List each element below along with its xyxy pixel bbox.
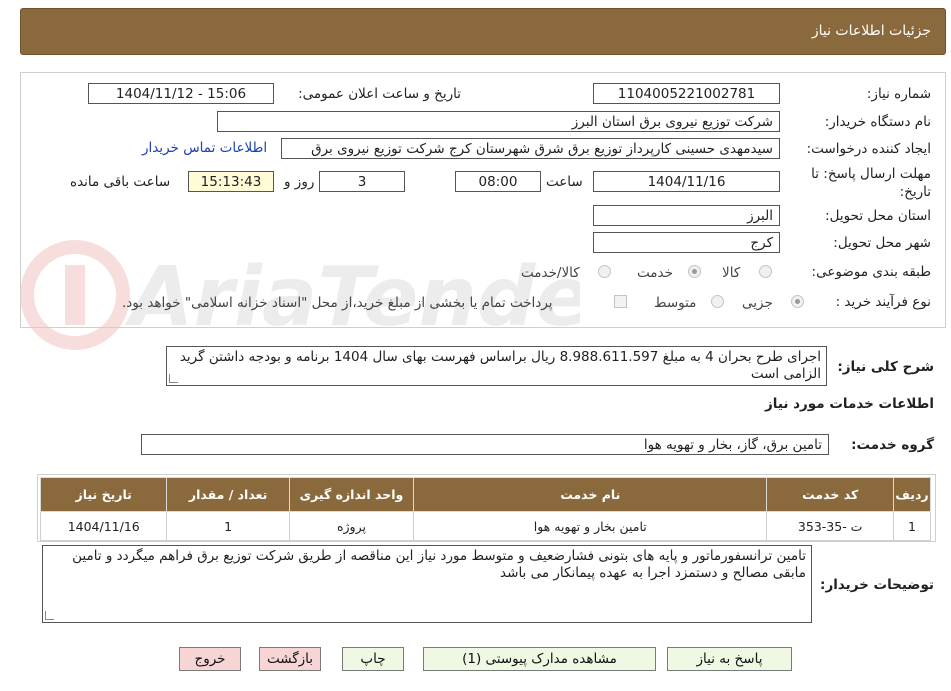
cell-quantity: 1: [166, 511, 290, 541]
deadline-time-label: ساعت: [546, 174, 583, 190]
page-title: جزئیات اطلاعات نیاز: [811, 23, 931, 39]
print-button[interactable]: چاپ: [342, 647, 404, 671]
deadline-label-date: تاریخ:: [899, 184, 931, 200]
need-number-field: 1104005221002781: [593, 83, 780, 104]
deadline-date-field: 1404/11/16: [593, 171, 780, 192]
description-textarea[interactable]: اجرای طرح بحران 4 به مبلغ 8.988.611.597 …: [166, 346, 827, 386]
buyer-notes-textarea[interactable]: تامین ترانسفورماتور و پایه های بتونی فشا…: [42, 545, 812, 623]
cell-service-name: تامین بخار و تهویه هوا: [413, 511, 768, 541]
category-label: طبقه بندی موضوعی:: [811, 264, 931, 280]
process-option-medium: متوسط: [654, 295, 697, 311]
buyer-notes-label: توضیحات خریدار:: [820, 577, 934, 593]
service-group-field: تامین برق، گاز، بخار و تهویه هوا: [141, 434, 829, 455]
cell-need-date: 1404/11/16: [39, 511, 168, 541]
description-text: اجرای طرح بحران 4 به مبلغ 8.988.611.597 …: [179, 349, 821, 382]
category-option-goods-service: کالا/خدمت: [521, 265, 580, 281]
cell-unit: پروژه: [288, 511, 415, 541]
buyer-notes-text: تامین ترانسفورماتور و پایه های بتونی فشا…: [72, 548, 806, 581]
remaining-label: ساعت باقی مانده: [70, 174, 171, 190]
requester-label: ایجاد کننده درخواست:: [806, 141, 931, 157]
respond-button[interactable]: پاسخ به نیاز: [667, 647, 792, 671]
resize-grip-icon[interactable]: [45, 611, 54, 620]
announce-field: 1404/11/12 - 15:06: [88, 83, 274, 104]
service-group-label: گروه خدمت:: [851, 437, 934, 453]
city-label: شهر محل تحویل:: [833, 235, 931, 251]
deadline-time-field: 08:00: [455, 171, 541, 192]
deadline-label: مهلت ارسال پاسخ: تا: [811, 166, 931, 182]
category-option-service: خدمت: [637, 265, 673, 281]
city-field: کرج: [593, 232, 780, 253]
process-option-minor: جزیی: [742, 295, 773, 311]
province-label: استان محل تحویل:: [825, 208, 931, 224]
contact-buyer-link[interactable]: اطلاعات تماس خریدار: [142, 140, 267, 156]
col-row-number: ردیف: [893, 477, 931, 512]
col-unit: واحد اندازه گیری: [288, 477, 415, 512]
process-label: نوع فرآیند خرید :: [835, 294, 931, 310]
services-section-title: اطلاعات خدمات مورد نیاز: [764, 396, 934, 412]
announce-label: تاریخ و ساعت اعلان عمومی:: [298, 86, 461, 102]
col-service-code: کد خدمت: [766, 477, 895, 512]
days-label: روز و: [284, 174, 315, 190]
category-option-goods: کالا: [722, 265, 741, 281]
resize-grip-icon[interactable]: [169, 374, 178, 383]
col-service-name: نام خدمت: [413, 477, 768, 512]
col-quantity: تعداد / مقدار: [166, 477, 290, 512]
category-radio-service[interactable]: [688, 265, 701, 278]
treasury-payment-checkbox[interactable]: [614, 295, 627, 308]
days-field: 3: [319, 171, 405, 192]
view-attachments-button[interactable]: مشاهده مدارک پیوستی (1): [423, 647, 656, 671]
exit-button[interactable]: خروج: [179, 647, 241, 671]
process-radio-minor[interactable]: [791, 295, 804, 308]
requester-field: سیدمهدی حسینی کارپرداز توزیع برق شرق شهر…: [281, 138, 780, 159]
cell-service-code: ت -35-353: [766, 511, 895, 541]
cell-row-number: 1: [893, 511, 931, 541]
province-field: البرز: [593, 205, 780, 226]
category-radio-goods-service[interactable]: [598, 265, 611, 278]
treasury-payment-note: پرداخت تمام یا بخشی از مبلغ خرید،از محل …: [122, 295, 553, 311]
col-need-date: تاریخ نیاز: [39, 477, 168, 512]
remaining-time-field: 15:13:43: [188, 171, 274, 192]
table-header-row: ردیف کد خدمت نام خدمت واحد اندازه گیری ت…: [39, 477, 931, 512]
process-radio-medium[interactable]: [711, 295, 724, 308]
back-button[interactable]: بازگشت: [259, 647, 321, 671]
description-label: شرح کلی نیاز:: [837, 359, 934, 375]
category-radio-goods[interactable]: [759, 265, 772, 278]
services-table: ردیف کد خدمت نام خدمت واحد اندازه گیری ت…: [39, 477, 931, 541]
table-row: 1 ت -35-353 تامین بخار و تهویه هوا پروژه…: [39, 511, 931, 541]
buyer-org-field: شرکت توزیع نیروی برق استان البرز: [217, 111, 780, 132]
need-number-label: شماره نیاز:: [866, 86, 931, 102]
page-header: جزئیات اطلاعات نیاز: [20, 8, 946, 55]
buyer-org-label: نام دستگاه خریدار:: [824, 114, 931, 130]
